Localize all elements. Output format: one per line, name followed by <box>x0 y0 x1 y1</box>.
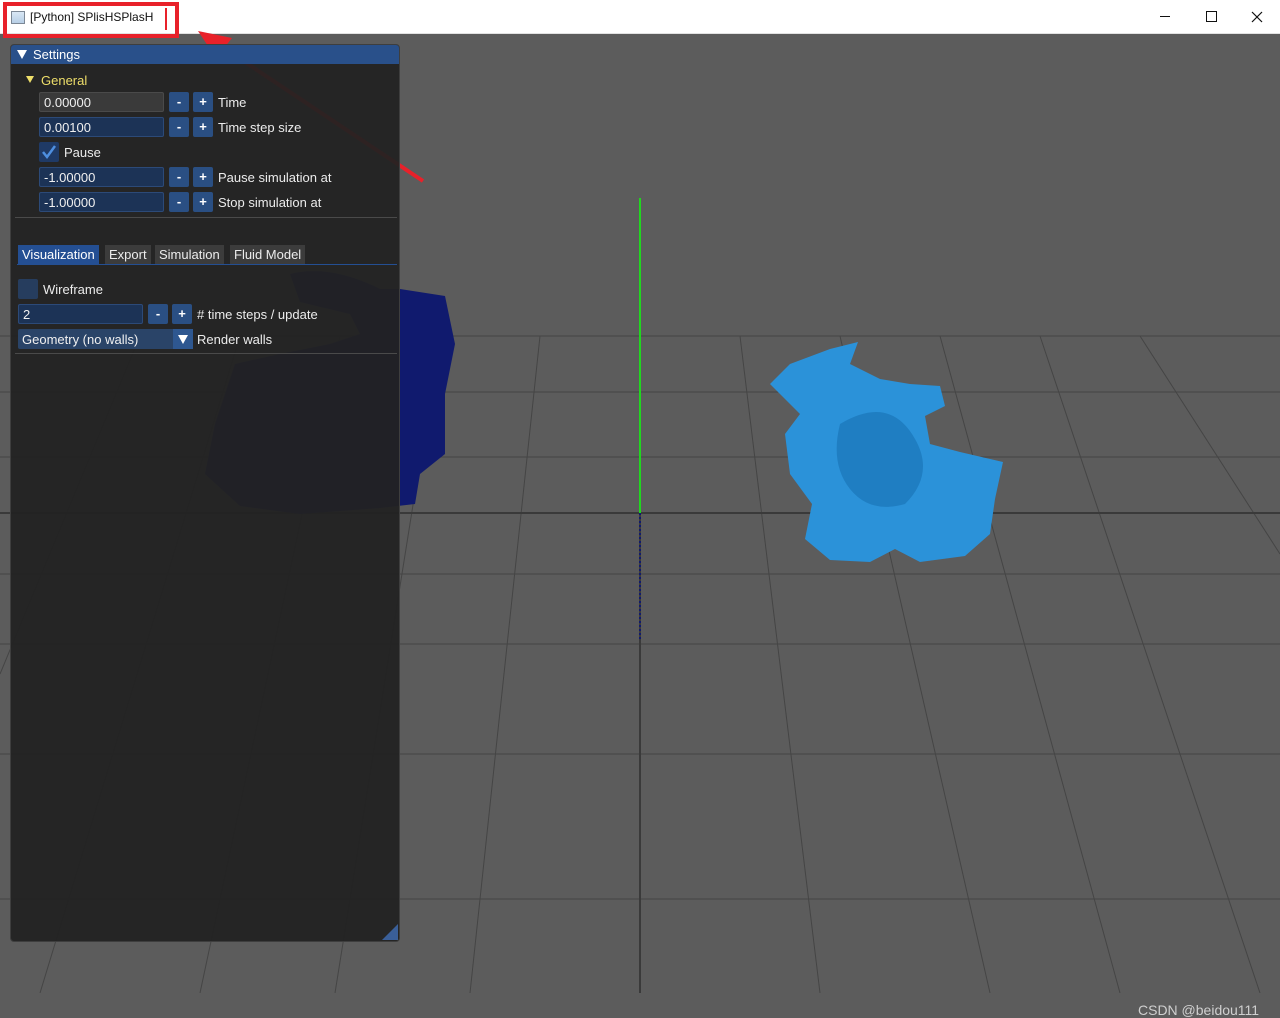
render-walls-value: Geometry (no walls) <box>22 332 139 347</box>
time-step-decrement-button[interactable]: - <box>169 117 189 137</box>
render-walls-select[interactable]: Geometry (no walls) <box>18 329 193 349</box>
pause-simulation-at-label: Pause simulation at <box>218 170 332 185</box>
settings-panel[interactable]: Settings General 0.00000 - + Time 0.0010… <box>10 44 400 942</box>
watermark: CSDN @beidou111 <box>1138 1002 1260 1018</box>
maximize-button[interactable] <box>1188 0 1234 33</box>
render-walls-dropdown-button[interactable] <box>173 329 193 349</box>
stop-at-decrement-button[interactable]: - <box>169 192 189 212</box>
close-button[interactable] <box>1234 0 1280 33</box>
time-steps-decrement-button[interactable]: - <box>148 304 168 324</box>
pause-checkbox[interactable] <box>39 142 59 162</box>
stop-simulation-at-input[interactable]: -1.00000 <box>39 192 164 212</box>
time-label: Time <box>218 95 247 110</box>
stop-simulation-at-label: Stop simulation at <box>218 195 322 210</box>
time-step-size-label: Time step size <box>218 120 302 135</box>
visualization-separator <box>15 353 397 354</box>
dragon-model <box>770 342 1003 562</box>
tab-bar-underline <box>17 264 397 265</box>
time-step-size-input[interactable]: 0.00100 <box>39 117 164 137</box>
pause-simulation-at-input[interactable]: -1.00000 <box>39 167 164 187</box>
time-steps-increment-button[interactable]: + <box>172 304 192 324</box>
minimize-icon <box>1160 16 1170 17</box>
tab-export[interactable]: Export <box>105 245 151 264</box>
stop-at-increment-button[interactable]: + <box>193 192 213 212</box>
pause-label: Pause <box>64 145 101 160</box>
dropdown-arrow-icon <box>178 335 188 344</box>
maximize-icon <box>1205 11 1217 22</box>
render-walls-label: Render walls <box>197 332 273 347</box>
time-increment-button[interactable]: + <box>193 92 213 112</box>
time-steps-per-update-input[interactable]: 2 <box>18 304 143 324</box>
tab-visualization[interactable]: Visualization <box>18 245 99 264</box>
panel-resize-grip[interactable] <box>382 924 398 940</box>
time-decrement-button[interactable]: - <box>169 92 189 112</box>
wireframe-label: Wireframe <box>43 282 103 297</box>
check-icon <box>42 145 57 160</box>
tab-fluid-model[interactable]: Fluid Model <box>230 245 306 264</box>
general-collapse-icon[interactable] <box>26 76 34 83</box>
wireframe-checkbox[interactable] <box>18 279 38 299</box>
settings-header[interactable]: Settings <box>11 45 399 64</box>
pause-at-increment-button[interactable]: + <box>193 167 213 187</box>
minimize-button[interactable] <box>1142 0 1188 33</box>
settings-title: Settings <box>33 47 80 62</box>
close-icon <box>1251 11 1263 22</box>
tab-simulation[interactable]: Simulation <box>155 245 224 264</box>
collapse-triangle-icon[interactable] <box>17 50 27 59</box>
pause-at-decrement-button[interactable]: - <box>169 167 189 187</box>
time-steps-per-update-label: # time steps / update <box>197 307 318 322</box>
time-input[interactable]: 0.00000 <box>39 92 164 112</box>
time-step-increment-button[interactable]: + <box>193 117 213 137</box>
section-separator <box>15 217 397 218</box>
general-section-title[interactable]: General <box>41 73 87 88</box>
